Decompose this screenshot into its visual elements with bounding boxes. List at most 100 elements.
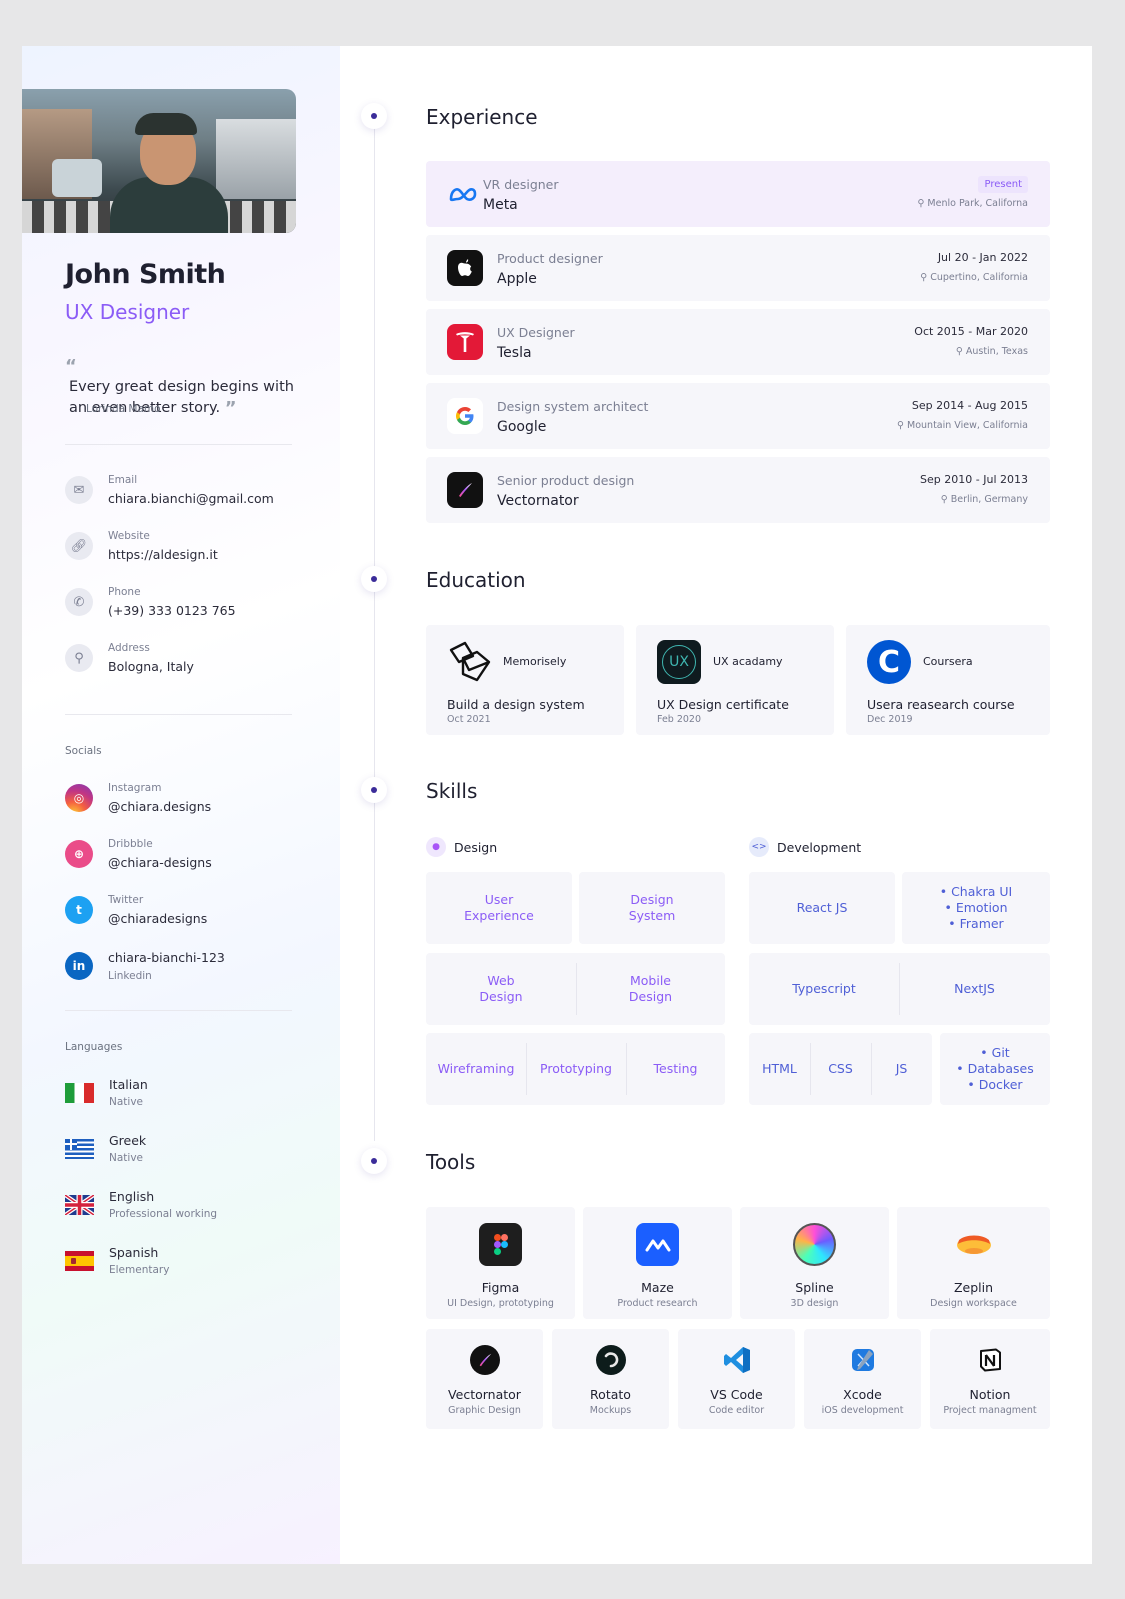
languages-heading: Languages xyxy=(65,1041,123,1053)
socials-heading: Socials xyxy=(65,745,102,757)
skill-chip: Typescript xyxy=(792,981,856,996)
italy-flag-icon xyxy=(65,1082,94,1103)
spain-flag-icon xyxy=(65,1250,94,1271)
location-text: ⚲ Menlo Park, Californa xyxy=(917,198,1028,209)
memorisely-logo-icon xyxy=(447,640,491,684)
skill-chip: Mobile Design xyxy=(628,973,673,1004)
skill-row: Web Design Mobile Design xyxy=(426,953,725,1025)
social-instagram[interactable]: ◎ Instagram @chiara.designs xyxy=(65,782,211,814)
resume-page: John Smith UX Designer “Every great desi… xyxy=(22,46,1092,1564)
contact-website[interactable]: 🔗︎ Website https://aldesign.it xyxy=(65,530,218,562)
location-pin-icon: ⚲ xyxy=(920,272,931,283)
quote-close-icon: ” xyxy=(224,398,237,419)
instagram-icon: ◎ xyxy=(65,784,93,812)
vectornator-icon xyxy=(469,1345,500,1375)
vscode-icon xyxy=(722,1345,752,1375)
timeline-dot xyxy=(361,103,387,129)
skill-chip: React JS xyxy=(749,872,895,944)
social-twitter[interactable]: t Twitter @chiaradesigns xyxy=(65,894,207,926)
quote-open-icon: “ xyxy=(65,356,77,377)
skill-chip: NextJS xyxy=(954,981,995,996)
tool-card[interactable]: Zeplin Design workspace xyxy=(897,1207,1050,1319)
tool-card[interactable]: Xcode iOS development xyxy=(804,1329,921,1429)
skills-design-heading: ● Design xyxy=(426,837,497,857)
apple-logo-icon xyxy=(447,250,483,286)
social-linkedin[interactable]: in chiara-bianchi-123 Linkedin xyxy=(65,950,225,982)
xcode-icon xyxy=(848,1345,878,1375)
profile-photo xyxy=(22,89,296,233)
language-item: Greek Native xyxy=(65,1133,146,1164)
experience-item[interactable]: Product designer Apple Jul 20 - Jan 2022… xyxy=(426,235,1050,301)
education-item[interactable]: Memorisely Build a design system Oct 202… xyxy=(426,625,624,735)
skill-chip: Testing xyxy=(653,1061,698,1076)
tool-card[interactable]: Rotato Mockups xyxy=(552,1329,669,1429)
divider xyxy=(65,1010,292,1011)
present-badge: Present xyxy=(978,176,1028,193)
skill-chip: Design System xyxy=(579,872,725,944)
link-icon: 🔗︎ xyxy=(65,532,93,560)
divider xyxy=(65,444,292,445)
notion-icon xyxy=(975,1345,1005,1375)
experience-item[interactable]: Senior product design Vectornator Sep 20… xyxy=(426,457,1050,523)
spline-icon xyxy=(793,1223,836,1266)
phone-icon: ✆ xyxy=(65,588,93,616)
palette-icon: ● xyxy=(426,837,446,857)
rotato-icon xyxy=(595,1345,626,1375)
tool-card[interactable]: Vectornator Graphic Design xyxy=(426,1329,543,1429)
coursera-logo-icon: C xyxy=(867,640,911,684)
meta-logo-icon xyxy=(447,176,479,212)
language-item: Spanish Elementary xyxy=(65,1245,169,1276)
contact-email[interactable]: ✉ Email chiara.bianchi@gmail.com xyxy=(65,474,274,506)
ux-academy-logo-icon: UX xyxy=(657,640,701,684)
linkedin-icon: in xyxy=(65,952,93,980)
tool-card[interactable]: Figma UI Design, prototyping xyxy=(426,1207,575,1319)
timeline-dot xyxy=(361,777,387,803)
skill-chip: HTML xyxy=(762,1061,797,1076)
experience-item[interactable]: VR designer Meta Present ⚲ Menlo Park, C… xyxy=(426,161,1050,227)
skill-row: Typescript NextJS xyxy=(749,953,1050,1025)
location-pin-icon: ⚲ xyxy=(917,198,928,209)
skill-chip: JS xyxy=(895,1061,908,1076)
tool-card[interactable]: Spline 3D design xyxy=(740,1207,889,1319)
tools-heading: Tools xyxy=(426,1150,476,1174)
figma-icon xyxy=(479,1223,522,1266)
twitter-icon: t xyxy=(65,896,93,924)
location-pin-icon: ⚲ xyxy=(955,346,966,357)
education-item[interactable]: UX UX acadamy UX Design certificate Feb … xyxy=(636,625,834,735)
timeline-dot xyxy=(361,1148,387,1174)
skill-chip: Wireframing xyxy=(437,1061,515,1076)
tool-card[interactable]: Notion Project managment xyxy=(930,1329,1050,1429)
mail-icon: ✉ xyxy=(65,476,93,504)
maze-icon xyxy=(636,1223,679,1266)
contact-phone[interactable]: ✆ Phone (+39) 333 0123 765 xyxy=(65,586,236,618)
language-item: English Professional working xyxy=(65,1189,217,1220)
skill-chip: • Chakra UI • Emotion • Framer xyxy=(902,872,1050,944)
location-pin-icon: ⚲ xyxy=(897,420,908,431)
skill-chip: Web Design xyxy=(479,973,523,1004)
profile-sidebar: John Smith UX Designer “Every great desi… xyxy=(22,46,340,1564)
skill-chip: CSS xyxy=(828,1061,853,1076)
tool-card[interactable]: Maze Product research xyxy=(583,1207,732,1319)
location-text: ⚲ Berlin, Germany xyxy=(940,494,1028,505)
language-item: Italian Native xyxy=(65,1077,148,1108)
dribbble-icon: ⊕ xyxy=(65,840,93,868)
profile-role: UX Designer xyxy=(65,300,190,324)
tool-card[interactable]: VS Code Code editor xyxy=(678,1329,795,1429)
skill-chip: • Git • Databases • Docker xyxy=(940,1033,1050,1105)
social-dribbble[interactable]: ⊕ Dribbble @chiara-designs xyxy=(65,838,212,870)
skill-row: Wireframing Prototyping Testing xyxy=(426,1033,725,1105)
skill-chip: Prototyping xyxy=(540,1061,612,1076)
experience-item[interactable]: UX Designer Tesla Oct 2015 - Mar 2020 ⚲ … xyxy=(426,309,1050,375)
experience-item[interactable]: Design system architect Google Sep 2014 … xyxy=(426,383,1050,449)
skill-row: HTML CSS JS xyxy=(749,1033,932,1105)
greece-flag-icon xyxy=(65,1138,94,1159)
timeline-dot xyxy=(361,566,387,592)
tesla-logo-icon xyxy=(447,324,483,360)
location-text: ⚲ Mountain View, California xyxy=(897,420,1028,431)
experience-heading: Experience xyxy=(426,105,538,129)
skills-heading: Skills xyxy=(426,779,478,803)
education-item[interactable]: C Coursera Usera reasearch course Dec 20… xyxy=(846,625,1050,735)
zeplin-icon xyxy=(952,1223,995,1266)
location-pin-icon: ⚲ xyxy=(65,644,93,672)
profile-name: John Smith xyxy=(65,259,226,290)
